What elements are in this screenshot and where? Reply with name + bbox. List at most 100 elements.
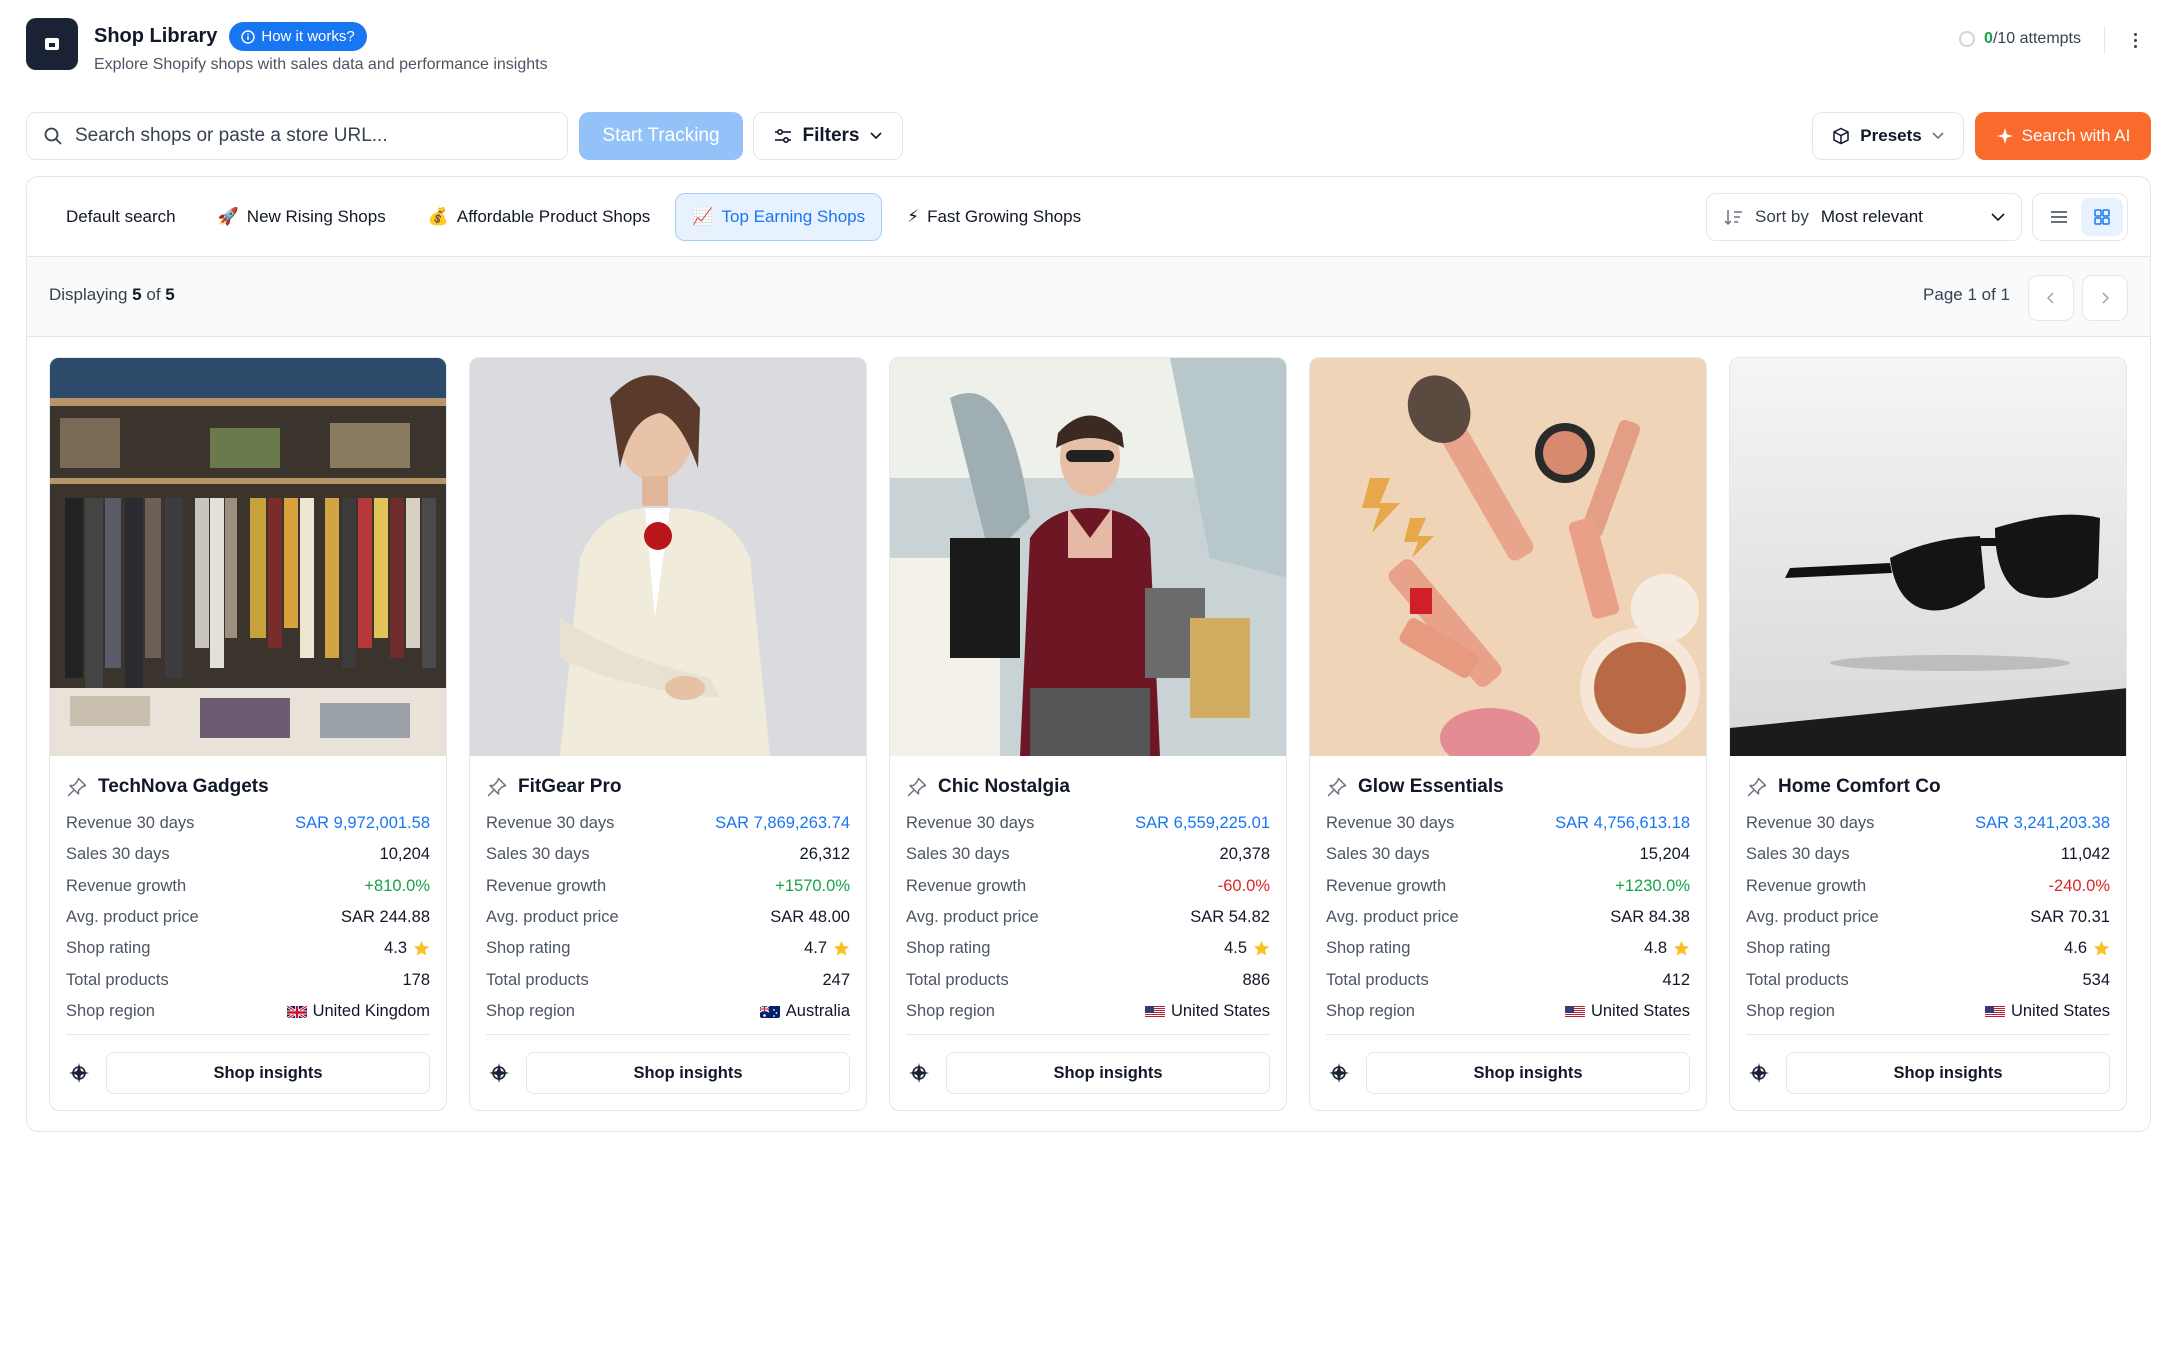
search-input[interactable] xyxy=(75,125,535,147)
rating-value-wrap: 4.5 xyxy=(1224,939,1270,958)
shop-card-footer: Shop insights xyxy=(1326,1034,1690,1094)
shop-insights-label: Shop insights xyxy=(213,1063,323,1082)
chevron-down-icon xyxy=(1932,132,1944,140)
presets-button[interactable]: Presets xyxy=(1812,112,1964,160)
shop-image[interactable] xyxy=(1730,358,2126,756)
tab-default-search[interactable]: Default search xyxy=(49,193,193,241)
avg-price-value: SAR 244.88 xyxy=(341,908,430,927)
shop-name: FitGear Pro xyxy=(518,776,622,797)
pin-icon[interactable] xyxy=(1326,776,1348,798)
products-value: 534 xyxy=(2082,970,2110,989)
shop-card[interactable]: Chic Nostalgia Revenue 30 days SAR 6,559,… xyxy=(889,357,1287,1111)
rating-label: Shop rating xyxy=(66,939,151,958)
revenue-value: SAR 9,972,001.58 xyxy=(295,814,430,833)
tabs-bar: Default search 🚀 New Rising Shops 💰 Affo… xyxy=(27,177,2150,257)
sales-row: Sales 30 days 11,042 xyxy=(1746,839,2110,870)
avg-price-value: SAR 54.82 xyxy=(1190,908,1270,927)
region-label: Shop region xyxy=(1326,1001,1415,1020)
products-label: Total products xyxy=(486,970,589,989)
shop-card[interactable]: TechNova Gadgets Revenue 30 days SAR 9,97… xyxy=(49,357,447,1111)
region-label: Shop region xyxy=(66,1001,155,1020)
growth-row: Revenue growth +810.0% xyxy=(66,871,430,902)
view-toggle xyxy=(2032,193,2128,241)
shop-insights-button[interactable]: Shop insights xyxy=(106,1052,430,1094)
progress-ring-icon xyxy=(1959,31,1976,47)
grid-view-button[interactable] xyxy=(2080,198,2123,236)
more-options-icon[interactable] xyxy=(2125,26,2145,54)
sort-select[interactable]: Sort by Most relevant xyxy=(1706,193,2022,241)
shop-title: Home Comfort Co xyxy=(1746,772,2110,802)
tab-new-rising-shops[interactable]: 🚀 New Rising Shops xyxy=(201,193,403,241)
shop-image[interactable] xyxy=(470,358,866,756)
how-it-works-button[interactable]: How it works? xyxy=(229,22,367,51)
sales-value: 26,312 xyxy=(799,845,850,864)
rating-value: 4.7 xyxy=(804,939,827,958)
rating-value-wrap: 4.6 xyxy=(2064,939,2110,958)
shop-image[interactable] xyxy=(1310,358,1706,756)
next-page-button[interactable] xyxy=(2082,275,2128,321)
prev-page-button[interactable] xyxy=(2028,275,2074,321)
region-value: United States xyxy=(1590,1001,1690,1020)
shop-insights-label: Shop insights xyxy=(1053,1063,1163,1082)
growth-value: -60.0% xyxy=(1217,876,1270,895)
tab-top-earning-shops[interactable]: 📈 Top Earning Shops xyxy=(675,193,883,241)
shopify-crosshair-icon[interactable] xyxy=(1326,1052,1352,1094)
sales-row: Sales 30 days 10,204 xyxy=(66,839,430,870)
shop-insights-button[interactable]: Shop insights xyxy=(1366,1052,1690,1094)
shop-insights-button[interactable]: Shop insights xyxy=(526,1052,850,1094)
attempts-counter: 0/10 attempts xyxy=(1958,30,2081,48)
toolbar: Start Tracking Filters Presets Search wi… xyxy=(26,112,2151,160)
region-value-wrap: United States xyxy=(1984,1002,2110,1021)
search-with-ai-button[interactable]: Search with AI xyxy=(1975,112,2151,160)
pin-icon[interactable] xyxy=(906,776,928,798)
shop-image[interactable] xyxy=(890,358,1286,756)
shop-card-footer: Shop insights xyxy=(66,1034,430,1094)
shop-card-body: FitGear Pro Revenue 30 days SAR 7,869,263… xyxy=(470,756,866,1027)
avg-price-row: Avg. product price SAR 70.31 xyxy=(1746,902,2110,933)
list-view-button[interactable] xyxy=(2038,198,2080,236)
region-row: Shop region United States xyxy=(1746,996,2110,1027)
shop-insights-button[interactable]: Shop insights xyxy=(946,1052,1270,1094)
shop-insights-button[interactable]: Shop insights xyxy=(1786,1052,2110,1094)
star-icon xyxy=(1253,941,1270,956)
money-bag-icon: 💰 xyxy=(427,207,449,226)
products-label: Total products xyxy=(66,970,169,989)
shopify-crosshair-icon[interactable] xyxy=(906,1052,932,1094)
tab-fast-growing-shops[interactable]: ⚡ Fast Growing Shops xyxy=(890,193,1098,241)
shop-card[interactable]: FitGear Pro Revenue 30 days SAR 7,869,263… xyxy=(469,357,867,1111)
results-panel: Default search 🚀 New Rising Shops 💰 Affo… xyxy=(26,176,2151,1132)
chevron-right-icon xyxy=(2102,292,2109,304)
shop-card[interactable]: Glow Essentials Revenue 30 days SAR 4,756… xyxy=(1309,357,1707,1111)
shop-image[interactable] xyxy=(50,358,446,756)
shop-card-body: Chic Nostalgia Revenue 30 days SAR 6,559,… xyxy=(890,756,1286,1027)
start-tracking-button[interactable]: Start Tracking xyxy=(579,112,743,160)
star-icon xyxy=(413,941,430,956)
chevron-left-icon xyxy=(2047,292,2054,304)
app-logo xyxy=(26,18,78,70)
tab-affordable-product-shops[interactable]: 💰 Affordable Product Shops xyxy=(411,193,668,241)
growth-label: Revenue growth xyxy=(1326,876,1447,895)
shopify-crosshair-icon[interactable] xyxy=(66,1052,92,1094)
shopify-crosshair-icon[interactable] xyxy=(486,1052,512,1094)
pin-icon[interactable] xyxy=(66,776,88,798)
region-value-wrap: United Kingdom xyxy=(286,1002,430,1021)
growth-value: +1570.0% xyxy=(775,876,850,895)
pin-icon[interactable] xyxy=(486,776,508,798)
page-subtitle: Explore Shopify shops with sales data an… xyxy=(94,56,548,73)
products-label: Total products xyxy=(1326,970,1429,989)
lightning-icon: ⚡ xyxy=(907,207,920,226)
shop-title: FitGear Pro xyxy=(486,772,850,802)
grid-icon xyxy=(2093,209,2110,225)
rocket-icon: 🚀 xyxy=(217,207,239,226)
growth-label: Revenue growth xyxy=(486,876,607,895)
shop-card[interactable]: Home Comfort Co Revenue 30 days SAR 3,241… xyxy=(1729,357,2127,1111)
search-box[interactable] xyxy=(26,112,568,160)
filters-button[interactable]: Filters xyxy=(753,112,903,160)
avg-price-label: Avg. product price xyxy=(66,908,199,927)
pin-icon[interactable] xyxy=(1746,776,1768,798)
shop-card-footer: Shop insights xyxy=(906,1034,1270,1094)
avg-price-label: Avg. product price xyxy=(906,908,1039,927)
sparkle-icon xyxy=(1996,128,2013,144)
shopify-crosshair-icon[interactable] xyxy=(1746,1052,1772,1094)
sales-label: Sales 30 days xyxy=(486,845,590,864)
